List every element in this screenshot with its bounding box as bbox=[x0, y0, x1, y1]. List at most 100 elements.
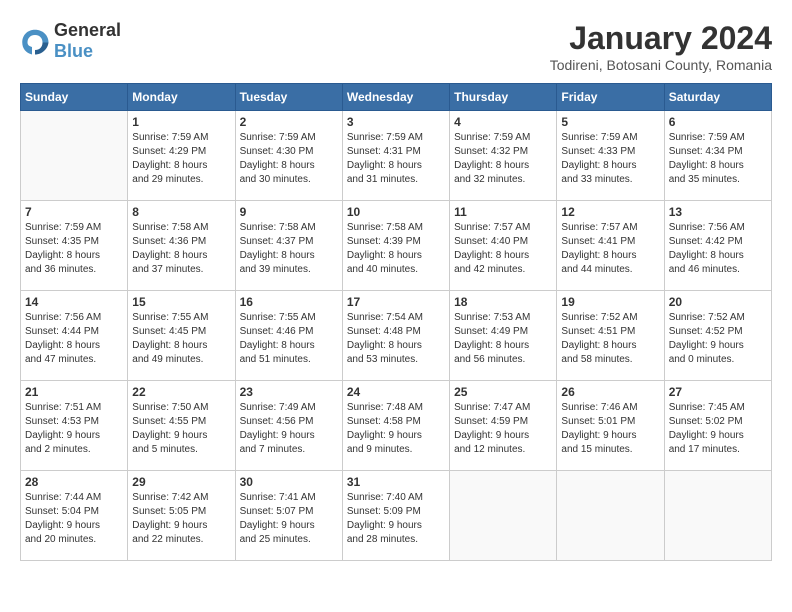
day-number: 16 bbox=[240, 295, 338, 309]
day-number: 15 bbox=[132, 295, 230, 309]
weekday-header-thursday: Thursday bbox=[450, 84, 557, 111]
day-info: Sunrise: 7:41 AM Sunset: 5:07 PM Dayligh… bbox=[240, 491, 338, 547]
day-number: 25 bbox=[454, 385, 552, 399]
day-number: 3 bbox=[347, 115, 445, 129]
weekday-header-wednesday: Wednesday bbox=[342, 84, 449, 111]
calendar-cell: 2Sunrise: 7:59 AM Sunset: 4:30 PM Daylig… bbox=[235, 111, 342, 201]
calendar-cell: 13 Sunrise: 7:56 AM Sunset: 4:42 PM Dayli… bbox=[664, 201, 771, 291]
calendar-cell: 17 Sunrise: 7:54 AM Sunset: 4:48 PM Dayli… bbox=[342, 291, 449, 381]
calendar-cell: 30Sunrise: 7:41 AM Sunset: 5:07 PM Dayli… bbox=[235, 471, 342, 561]
day-info: Sunrise: 7:56 AM Sunset: 4:42 PM Dayligh… bbox=[669, 221, 767, 277]
calendar-cell: 3 Sunrise: 7:59 AM Sunset: 4:31 PM Daylig… bbox=[342, 111, 449, 201]
calendar-cell: 31Sunrise: 7:40 AM Sunset: 5:09 PM Dayli… bbox=[342, 471, 449, 561]
logo: General Blue bbox=[20, 20, 121, 62]
day-number: 6 bbox=[669, 115, 767, 129]
day-info: Sunrise: 7:59 AM Sunset: 4:31 PM Dayligh… bbox=[347, 131, 445, 187]
day-info: Sunrise: 7:59 AM Sunset: 4:32 PM Dayligh… bbox=[454, 131, 552, 187]
weekday-header-row: SundayMondayTuesdayWednesdayThursdayFrid… bbox=[21, 84, 772, 111]
calendar-table: SundayMondayTuesdayWednesdayThursdayFrid… bbox=[20, 83, 772, 561]
calendar-cell: 24 Sunrise: 7:48 AM Sunset: 4:58 PM Dayli… bbox=[342, 381, 449, 471]
calendar-cell: 21 Sunrise: 7:51 AM Sunset: 4:53 PM Dayli… bbox=[21, 381, 128, 471]
weekday-header-sunday: Sunday bbox=[21, 84, 128, 111]
calendar-cell: 7 Sunrise: 7:59 AM Sunset: 4:35 PM Daylig… bbox=[21, 201, 128, 291]
day-number: 17 bbox=[347, 295, 445, 309]
weekday-header-friday: Friday bbox=[557, 84, 664, 111]
weekday-header-saturday: Saturday bbox=[664, 84, 771, 111]
calendar-week-row: 21 Sunrise: 7:51 AM Sunset: 4:53 PM Dayli… bbox=[21, 381, 772, 471]
day-info: Sunrise: 7:47 AM Sunset: 4:59 PM Dayligh… bbox=[454, 401, 552, 457]
day-number: 27 bbox=[669, 385, 767, 399]
day-info: Sunrise: 7:49 AM Sunset: 4:56 PM Dayligh… bbox=[240, 401, 338, 457]
day-info: Sunrise: 7:46 AM Sunset: 5:01 PM Dayligh… bbox=[561, 401, 659, 457]
calendar-week-row: 1 Sunrise: 7:59 AM Sunset: 4:29 PM Daylig… bbox=[21, 111, 772, 201]
day-info: Sunrise: 7:57 AM Sunset: 4:41 PM Dayligh… bbox=[561, 221, 659, 277]
day-info: Sunrise: 7:54 AM Sunset: 4:48 PM Dayligh… bbox=[347, 311, 445, 367]
day-info: Sunrise: 7:58 AM Sunset: 4:36 PM Dayligh… bbox=[132, 221, 230, 277]
day-number: 21 bbox=[25, 385, 123, 399]
calendar-cell: 19 Sunrise: 7:52 AM Sunset: 4:51 PM Dayli… bbox=[557, 291, 664, 381]
day-number: 31 bbox=[347, 475, 445, 489]
day-info: Sunrise: 7:59 AM Sunset: 4:33 PM Dayligh… bbox=[561, 131, 659, 187]
day-number: 7 bbox=[25, 205, 123, 219]
day-number: 12 bbox=[561, 205, 659, 219]
calendar-cell bbox=[664, 471, 771, 561]
day-number: 24 bbox=[347, 385, 445, 399]
day-info: Sunrise: 7:48 AM Sunset: 4:58 PM Dayligh… bbox=[347, 401, 445, 457]
day-number: 19 bbox=[561, 295, 659, 309]
day-number: 28 bbox=[25, 475, 123, 489]
calendar-cell: 26 Sunrise: 7:46 AM Sunset: 5:01 PM Dayli… bbox=[557, 381, 664, 471]
day-number: 2 bbox=[240, 115, 338, 129]
day-info: Sunrise: 7:58 AM Sunset: 4:37 PM Dayligh… bbox=[240, 221, 338, 277]
calendar-cell: 12 Sunrise: 7:57 AM Sunset: 4:41 PM Dayli… bbox=[557, 201, 664, 291]
day-info: Sunrise: 7:59 AM Sunset: 4:29 PM Dayligh… bbox=[132, 131, 230, 187]
day-number: 18 bbox=[454, 295, 552, 309]
calendar-cell bbox=[557, 471, 664, 561]
day-number: 9 bbox=[240, 205, 338, 219]
day-info: Sunrise: 7:45 AM Sunset: 5:02 PM Dayligh… bbox=[669, 401, 767, 457]
day-number: 1 bbox=[132, 115, 230, 129]
day-info: Sunrise: 7:44 AM Sunset: 5:04 PM Dayligh… bbox=[25, 491, 123, 547]
logo-icon bbox=[20, 26, 50, 56]
day-info: Sunrise: 7:51 AM Sunset: 4:53 PM Dayligh… bbox=[25, 401, 123, 457]
calendar-week-row: 14 Sunrise: 7:56 AM Sunset: 4:44 PM Dayli… bbox=[21, 291, 772, 381]
calendar-cell: 29Sunrise: 7:42 AM Sunset: 5:05 PM Dayli… bbox=[128, 471, 235, 561]
day-number: 8 bbox=[132, 205, 230, 219]
weekday-header-monday: Monday bbox=[128, 84, 235, 111]
day-number: 14 bbox=[25, 295, 123, 309]
calendar-cell: 4 Sunrise: 7:59 AM Sunset: 4:32 PM Daylig… bbox=[450, 111, 557, 201]
day-number: 29 bbox=[132, 475, 230, 489]
day-info: Sunrise: 7:50 AM Sunset: 4:55 PM Dayligh… bbox=[132, 401, 230, 457]
day-number: 13 bbox=[669, 205, 767, 219]
calendar-cell: 18Sunrise: 7:53 AM Sunset: 4:49 PM Dayli… bbox=[450, 291, 557, 381]
day-number: 22 bbox=[132, 385, 230, 399]
day-info: Sunrise: 7:52 AM Sunset: 4:51 PM Dayligh… bbox=[561, 311, 659, 367]
day-number: 4 bbox=[454, 115, 552, 129]
day-number: 10 bbox=[347, 205, 445, 219]
calendar-cell: 11 Sunrise: 7:57 AM Sunset: 4:40 PM Dayli… bbox=[450, 201, 557, 291]
calendar-cell: 20Sunrise: 7:52 AM Sunset: 4:52 PM Dayli… bbox=[664, 291, 771, 381]
calendar-cell: 15Sunrise: 7:55 AM Sunset: 4:45 PM Dayli… bbox=[128, 291, 235, 381]
calendar-cell: 8 Sunrise: 7:58 AM Sunset: 4:36 PM Daylig… bbox=[128, 201, 235, 291]
day-number: 23 bbox=[240, 385, 338, 399]
day-number: 11 bbox=[454, 205, 552, 219]
calendar-week-row: 28 Sunrise: 7:44 AM Sunset: 5:04 PM Dayli… bbox=[21, 471, 772, 561]
calendar-cell: 16 Sunrise: 7:55 AM Sunset: 4:46 PM Dayli… bbox=[235, 291, 342, 381]
day-info: Sunrise: 7:59 AM Sunset: 4:34 PM Dayligh… bbox=[669, 131, 767, 187]
calendar-week-row: 7 Sunrise: 7:59 AM Sunset: 4:35 PM Daylig… bbox=[21, 201, 772, 291]
day-number: 20 bbox=[669, 295, 767, 309]
weekday-header-tuesday: Tuesday bbox=[235, 84, 342, 111]
calendar-cell: 6 Sunrise: 7:59 AM Sunset: 4:34 PM Daylig… bbox=[664, 111, 771, 201]
logo-text: General Blue bbox=[54, 20, 121, 62]
calendar-cell: 22 Sunrise: 7:50 AM Sunset: 4:55 PM Dayli… bbox=[128, 381, 235, 471]
day-info: Sunrise: 7:59 AM Sunset: 4:35 PM Dayligh… bbox=[25, 221, 123, 277]
day-info: Sunrise: 7:55 AM Sunset: 4:46 PM Dayligh… bbox=[240, 311, 338, 367]
day-info: Sunrise: 7:57 AM Sunset: 4:40 PM Dayligh… bbox=[454, 221, 552, 277]
calendar-cell: 27 Sunrise: 7:45 AM Sunset: 5:02 PM Dayli… bbox=[664, 381, 771, 471]
day-info: Sunrise: 7:58 AM Sunset: 4:39 PM Dayligh… bbox=[347, 221, 445, 277]
day-info: Sunrise: 7:56 AM Sunset: 4:44 PM Dayligh… bbox=[25, 311, 123, 367]
calendar-cell: 28 Sunrise: 7:44 AM Sunset: 5:04 PM Dayli… bbox=[21, 471, 128, 561]
day-number: 26 bbox=[561, 385, 659, 399]
calendar-cell: 1 Sunrise: 7:59 AM Sunset: 4:29 PM Daylig… bbox=[128, 111, 235, 201]
title-block: January 2024 Todireni, Botosani County, … bbox=[550, 20, 772, 73]
location: Todireni, Botosani County, Romania bbox=[550, 57, 772, 73]
